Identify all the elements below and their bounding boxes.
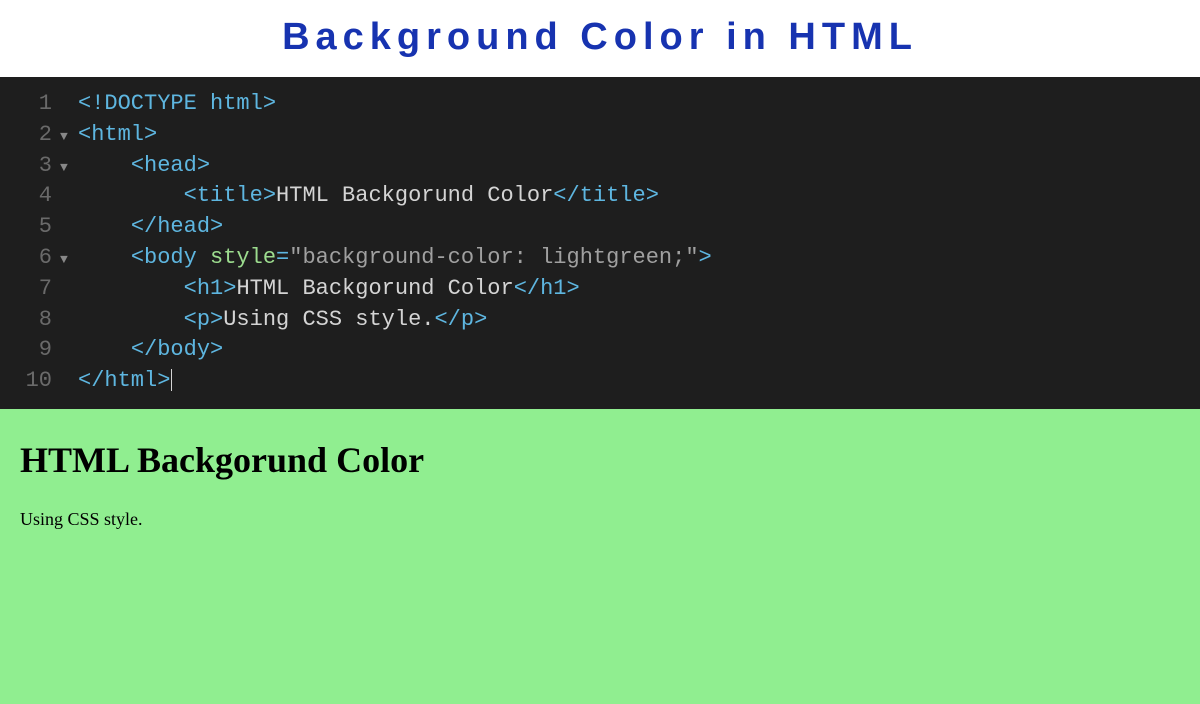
line-number: 6 [0, 243, 60, 274]
code-content[interactable]: <p>Using CSS style.</p> [78, 305, 487, 336]
line-number: 4 [0, 181, 60, 212]
fold-icon[interactable]: ▼ [60, 159, 78, 177]
code-line[interactable]: 8 <p>Using CSS style.</p> [0, 305, 1200, 336]
code-line[interactable]: 10 </html> [0, 366, 1200, 397]
line-number: 10 [0, 366, 60, 397]
code-content[interactable]: <body style="background-color: lightgree… [78, 243, 712, 274]
code-content[interactable]: <html> [78, 120, 157, 151]
code-content[interactable]: <head> [78, 151, 210, 182]
code-content[interactable]: <h1>HTML Backgorund Color</h1> [78, 274, 580, 305]
line-number: 8 [0, 305, 60, 336]
line-number: 5 [0, 212, 60, 243]
code-content[interactable]: <!DOCTYPE html> [78, 89, 276, 120]
text-cursor [171, 369, 172, 391]
code-line[interactable]: 6▼ <body style="background-color: lightg… [0, 243, 1200, 274]
code-content[interactable]: </html> [78, 366, 172, 397]
line-number: 9 [0, 335, 60, 366]
code-line[interactable]: 9 </body> [0, 335, 1200, 366]
line-number: 7 [0, 274, 60, 305]
line-number: 2 [0, 120, 60, 151]
line-number: 1 [0, 89, 60, 120]
preview-heading: HTML Backgorund Color [20, 439, 1180, 481]
code-content[interactable]: </body> [78, 335, 223, 366]
line-number: 3 [0, 151, 60, 182]
preview-paragraph: Using CSS style. [20, 509, 1180, 530]
code-line[interactable]: 7 <h1>HTML Backgorund Color</h1> [0, 274, 1200, 305]
page-title: Background Color in HTML [0, 16, 1200, 59]
code-line[interactable]: 5 </head> [0, 212, 1200, 243]
fold-icon[interactable]: ▼ [60, 251, 78, 269]
code-line[interactable]: 4 <title>HTML Backgorund Color</title> [0, 181, 1200, 212]
rendered-preview: HTML Backgorund Color Using CSS style. [0, 409, 1200, 704]
code-content[interactable]: </head> [78, 212, 223, 243]
code-editor[interactable]: 1<!DOCTYPE html>2▼<html>3▼ <head>4 <titl… [0, 77, 1200, 409]
page-header: Background Color in HTML [0, 0, 1200, 77]
code-line[interactable]: 2▼<html> [0, 120, 1200, 151]
code-line[interactable]: 3▼ <head> [0, 151, 1200, 182]
code-line[interactable]: 1 <!DOCTYPE html> [0, 89, 1200, 120]
fold-icon[interactable]: ▼ [60, 128, 78, 146]
code-content[interactable]: <title>HTML Backgorund Color</title> [78, 181, 659, 212]
